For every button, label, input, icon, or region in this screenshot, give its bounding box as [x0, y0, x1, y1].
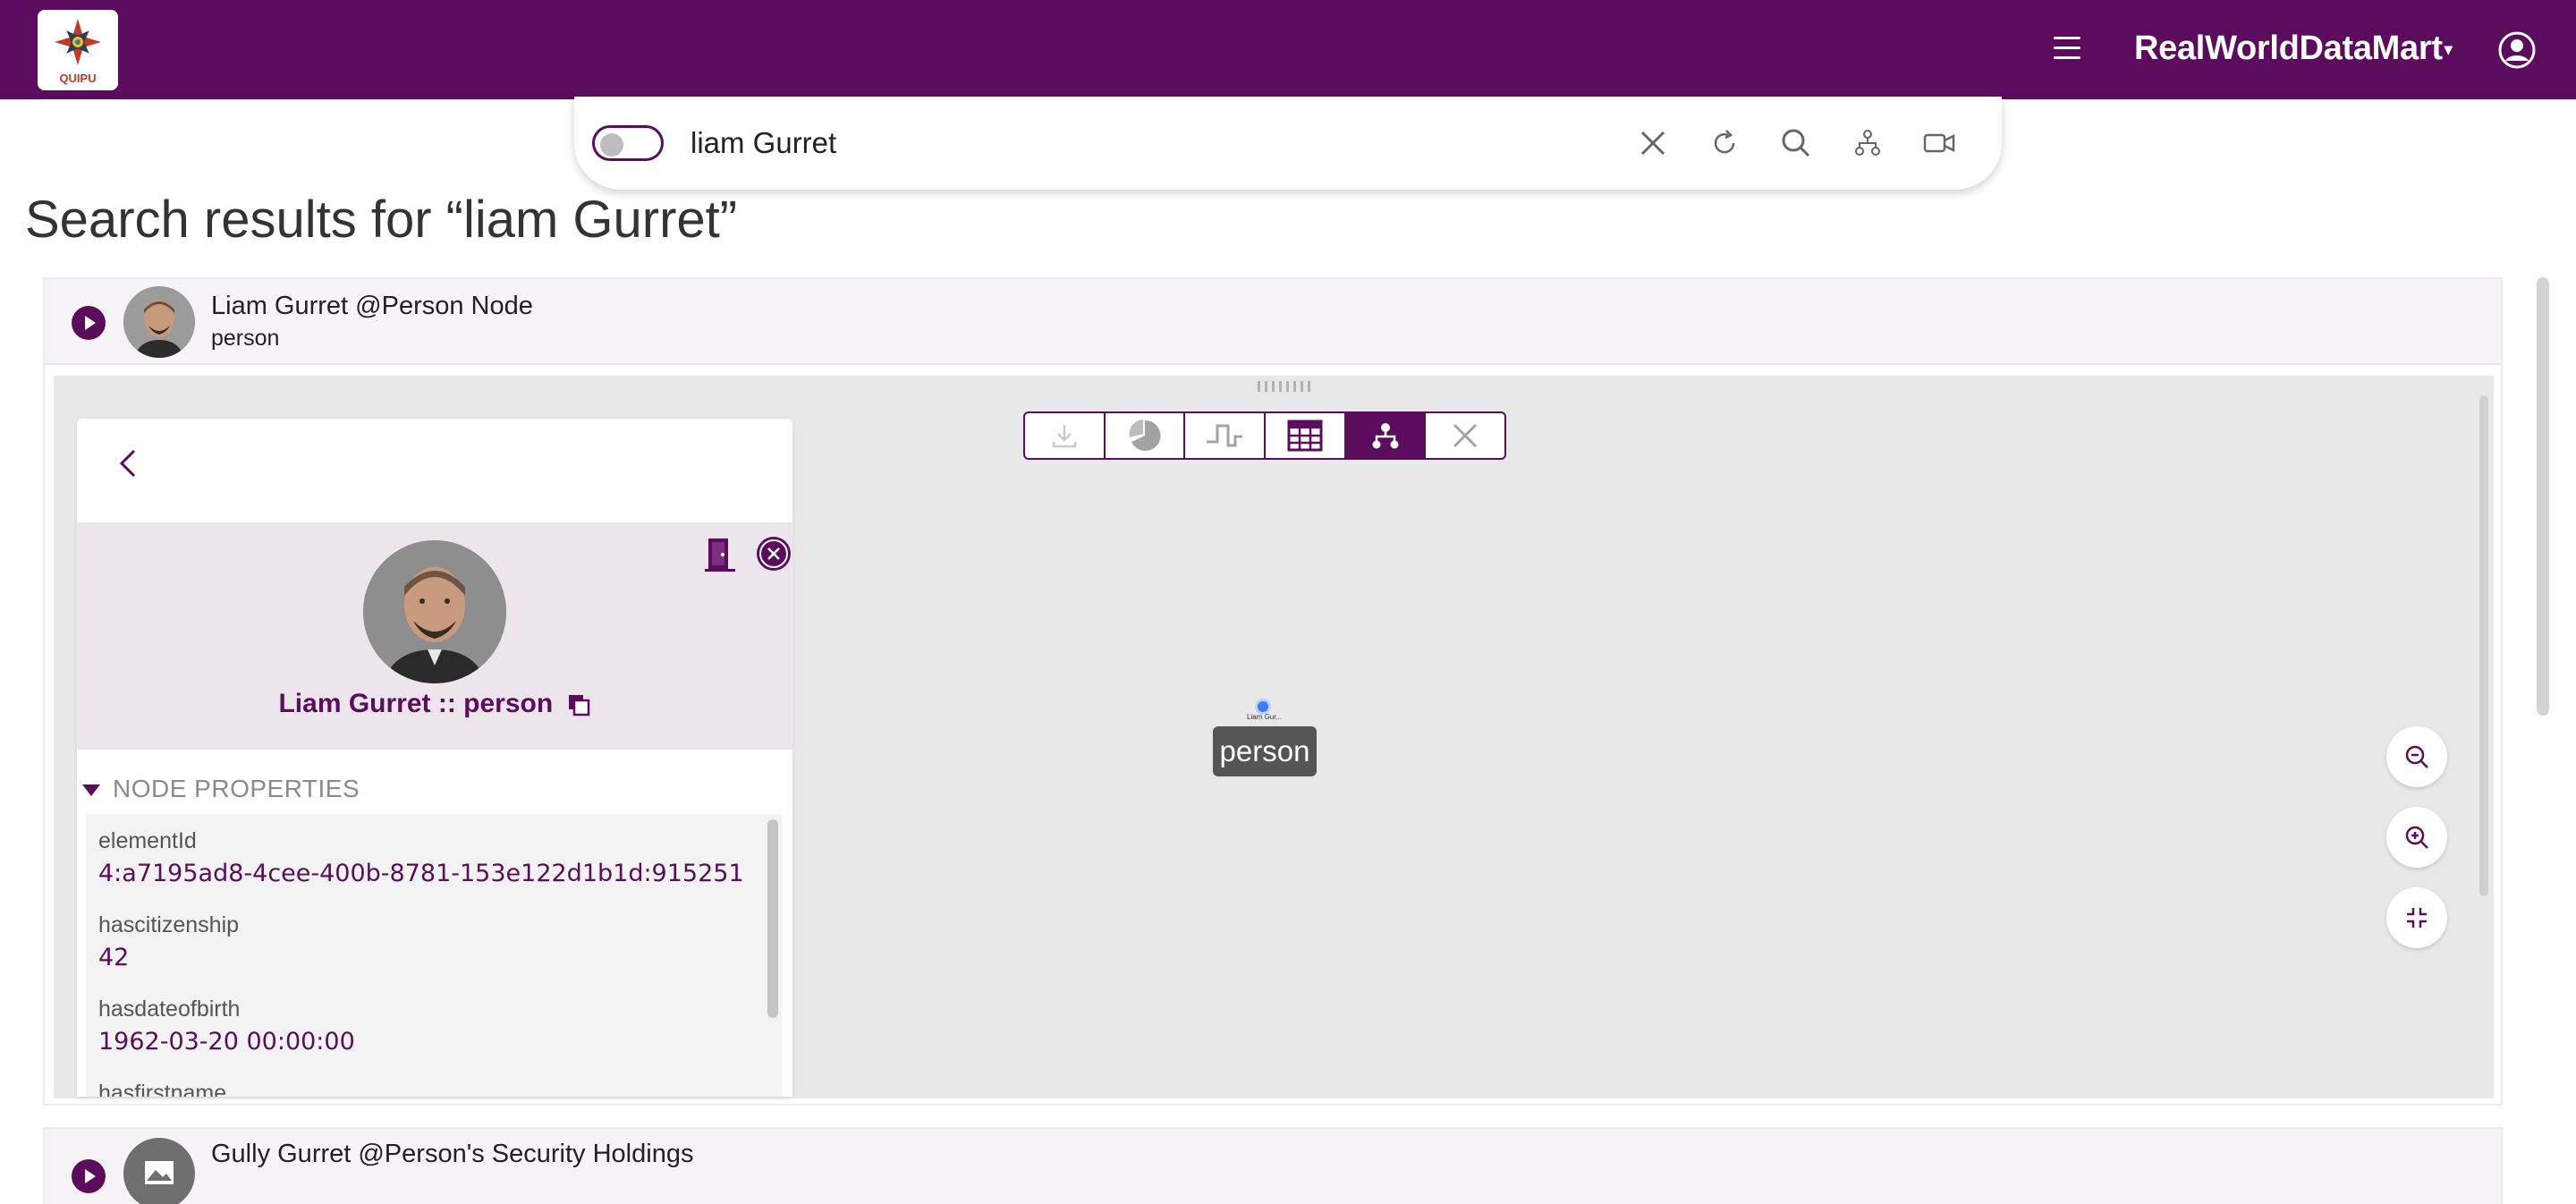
graph-tree-icon[interactable] — [1850, 125, 1885, 161]
chevron-down-icon: ▾ — [2444, 40, 2453, 59]
property-key: hascitizenship — [98, 912, 240, 937]
fit-screen-icon — [2407, 908, 2427, 928]
graph-node-label: Liam Gur... — [1247, 713, 1283, 721]
page-title: Search results for “liam Gurret” — [25, 191, 738, 249]
node-properties-toggle[interactable]: NODE PROPERTIES — [82, 775, 360, 803]
property-item: hascitizenship 42 — [98, 912, 239, 971]
resize-drag-handle[interactable] — [1258, 381, 1315, 392]
graph-tree-icon — [1372, 423, 1399, 449]
search-result-card[interactable]: Gully Gurret @Person's Security Holdings — [43, 1127, 2503, 1204]
toggle-knob — [600, 133, 623, 157]
zoom-out-icon — [2405, 745, 2428, 768]
workspace-selector[interactable]: RealWorldDataMart ▾ — [2134, 30, 2453, 68]
node-name: Liam Gurret :: person — [278, 689, 554, 718]
person-avatar — [123, 286, 195, 358]
properties-scrollbar[interactable] — [767, 819, 778, 1018]
brand-name: RealWorldDataMart — [2134, 30, 2443, 67]
property-key: hasdateofbirth — [98, 996, 241, 1022]
download-icon — [1052, 425, 1077, 448]
property-value: 1962-03-20 00:00:00 — [98, 1028, 355, 1056]
graph-button[interactable] — [1345, 413, 1427, 458]
node-details-panel: Liam Gurret :: person NODE PROPERTIES el… — [77, 419, 792, 1097]
close-icon — [1453, 423, 1478, 448]
search-mode-toggle[interactable] — [592, 125, 664, 161]
logo-text: QUIPU — [59, 72, 97, 85]
zoom-in-icon — [2405, 826, 2428, 849]
logo-icon — [55, 19, 101, 65]
expand-play-icon[interactable] — [72, 306, 106, 340]
property-item: hasfirstname — [98, 1081, 226, 1097]
close-panel-icon[interactable] — [757, 537, 791, 571]
fit-screen-button[interactable] — [2386, 887, 2447, 948]
user-account-icon[interactable] — [2497, 30, 2537, 70]
refresh-icon[interactable] — [1707, 125, 1742, 161]
result-title: Gully Gurret @Person's Security Holdings — [211, 1140, 694, 1168]
node-header: Liam Gurret :: person — [77, 522, 792, 750]
graph-scrollbar[interactable] — [2479, 395, 2488, 896]
zoom-in-button[interactable] — [2386, 807, 2447, 868]
pie-chart-icon — [1128, 420, 1160, 451]
search-icon[interactable] — [1778, 125, 1814, 161]
property-key: elementId — [98, 828, 197, 853]
section-label: NODE PROPERTIES — [113, 775, 360, 802]
video-camera-icon[interactable] — [1921, 125, 1957, 161]
properties-list: elementId 4:a7195ad8-4cee-400b-8781-153e… — [86, 814, 782, 1097]
property-key: hasfirstname — [98, 1081, 227, 1097]
step-chart-button[interactable] — [1185, 413, 1267, 458]
back-arrow-icon[interactable] — [111, 445, 147, 481]
search-bar — [574, 97, 2002, 190]
image-placeholder-icon — [123, 1138, 195, 1204]
property-item: elementId 4:a7195ad8-4cee-400b-8781-153e… — [98, 828, 744, 887]
property-value: 42 — [98, 944, 130, 971]
step-chart-icon — [1207, 424, 1243, 447]
download-button[interactable] — [1025, 413, 1106, 458]
close-visualization-button[interactable] — [1426, 413, 1504, 458]
search-input[interactable] — [691, 125, 1496, 161]
page-scrollbar[interactable] — [2537, 277, 2549, 716]
zoom-out-button[interactable] — [2386, 726, 2447, 787]
hamburger-menu-icon[interactable] — [2054, 37, 2080, 60]
node-tooltip: person — [1213, 726, 1317, 776]
person-avatar-large — [363, 540, 506, 683]
expand-play-icon[interactable] — [72, 1159, 106, 1193]
property-item: hasdateofbirth 1962-03-20 00:00:00 — [98, 996, 355, 1056]
result-header[interactable]: Liam Gurret @Person Node person — [45, 279, 2501, 365]
table-button[interactable] — [1266, 413, 1346, 458]
property-value: 4:a7195ad8-4cee-400b-8781-153e122d1b1d:9… — [98, 860, 744, 887]
node-title: Liam Gurret :: person — [77, 689, 792, 719]
exit-door-icon[interactable] — [705, 537, 735, 572]
result-title: Liam Gurret @Person Node — [211, 292, 533, 320]
caret-down-icon — [82, 784, 100, 797]
pie-chart-button[interactable] — [1106, 413, 1186, 458]
close-icon[interactable] — [1635, 125, 1671, 161]
copy-icon[interactable] — [566, 692, 591, 717]
result-subtitle: person — [211, 326, 280, 351]
quipu-logo[interactable]: QUIPU — [38, 10, 118, 90]
top-navigation-bar: QUIPU RealWorldDataMart ▾ — [0, 0, 2576, 99]
table-icon — [1287, 420, 1323, 452]
visualization-toolbar — [1023, 411, 1506, 460]
